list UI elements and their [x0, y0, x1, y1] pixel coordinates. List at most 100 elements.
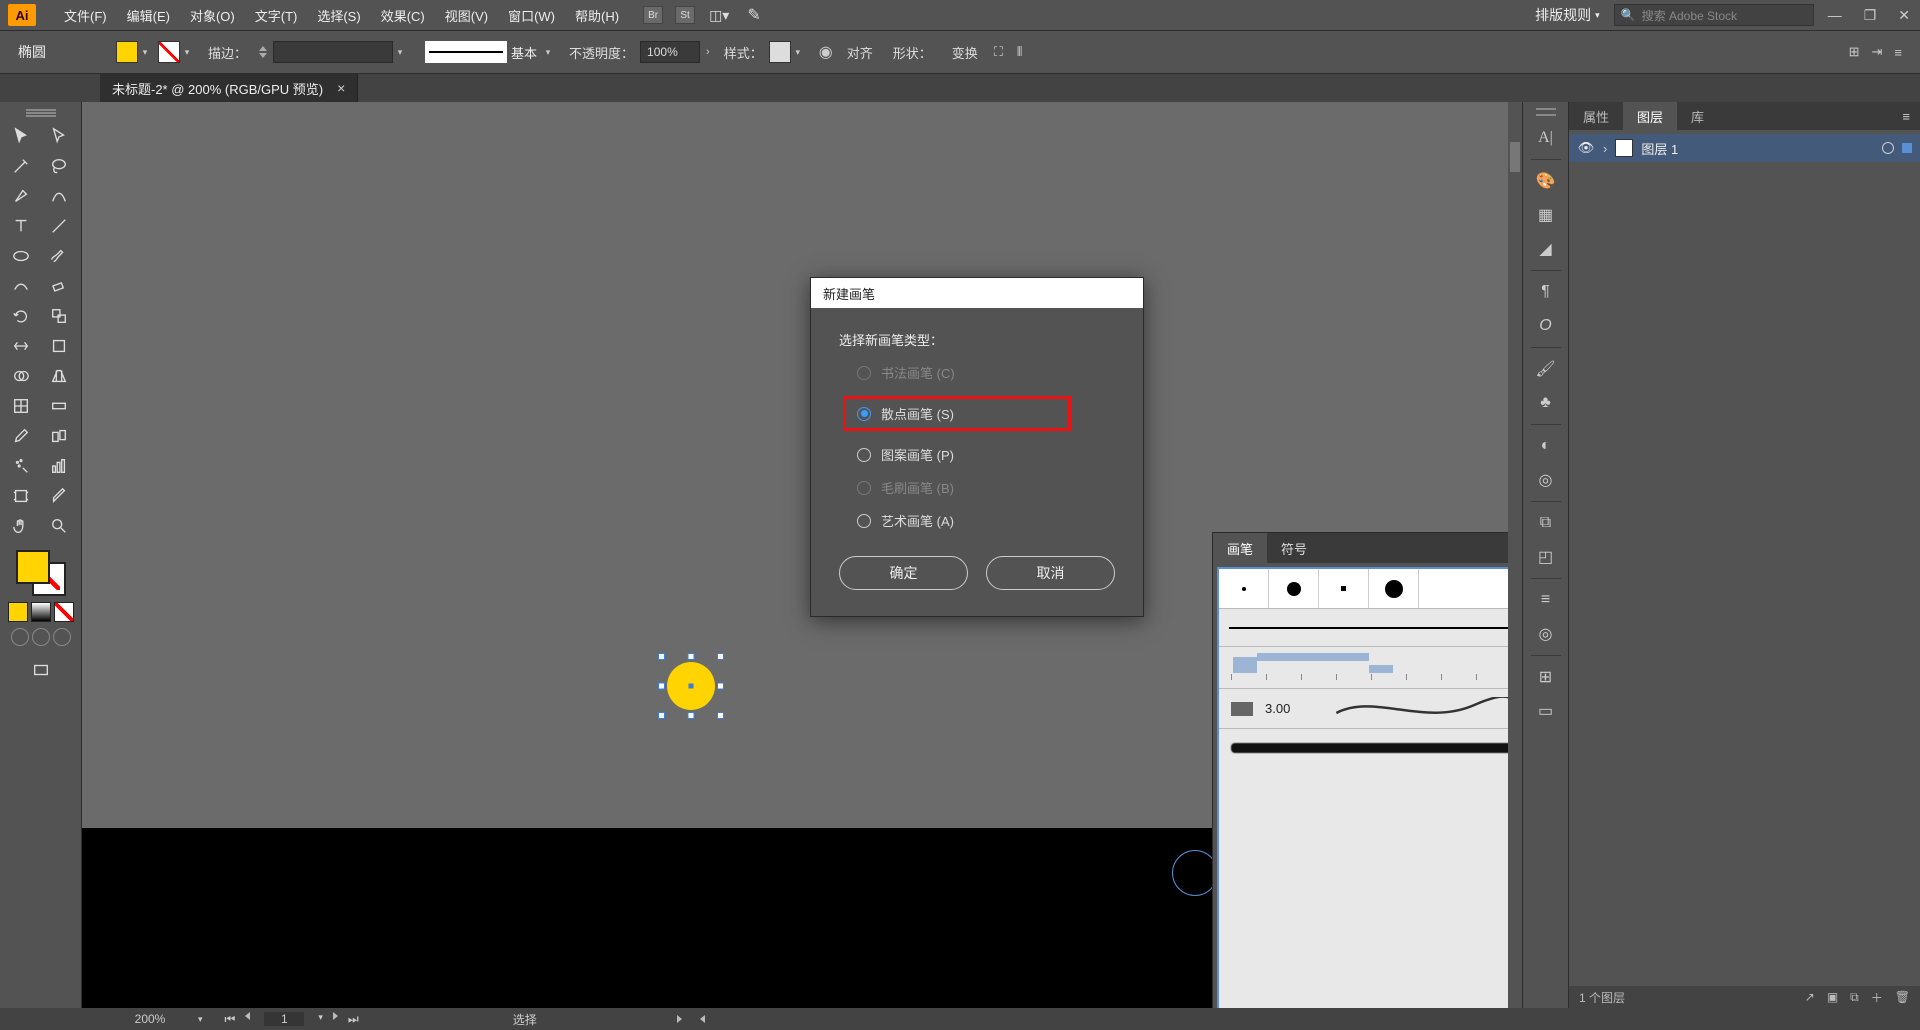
brushes-list[interactable]: 基本 3.00 [1217, 567, 1522, 1008]
layer-expand-toggle[interactable]: › [1603, 141, 1607, 156]
zoom-level[interactable]: 200% [110, 1012, 190, 1026]
transform-label[interactable]: 变换 [952, 43, 978, 62]
artboard-number[interactable]: 1 [264, 1012, 304, 1026]
dock-align-icon[interactable]: ⊞ [1528, 661, 1564, 693]
width-tool[interactable] [4, 332, 38, 360]
dock-transform-icon[interactable]: ◰ [1528, 541, 1564, 573]
dock-opentype-icon[interactable]: O [1528, 310, 1564, 342]
dock-swatches-icon[interactable]: ▦ [1528, 199, 1564, 231]
opacity-field[interactable]: 100% [640, 41, 700, 63]
zoom-dropdown[interactable]: ▾ [198, 1014, 203, 1025]
direct-selection-tool[interactable] [42, 122, 76, 150]
feather-icon[interactable]: ✎ [747, 5, 760, 25]
scale-tool[interactable] [42, 302, 76, 330]
column-graph-tool[interactable] [42, 452, 76, 480]
align-label[interactable]: 对齐 [847, 43, 873, 62]
shape-builder-tool[interactable] [4, 362, 38, 390]
menu-help[interactable]: 帮助(H) [565, 6, 629, 25]
shape-menu-label[interactable]: 形状： [893, 43, 932, 62]
layer-row-1[interactable]: 👁 › 图层 1 [1569, 134, 1920, 162]
brush-basic-row[interactable]: 基本 [1219, 609, 1522, 647]
panel-tab-layers[interactable]: 图层 [1623, 102, 1677, 130]
last-artboard-button[interactable]: ⏭ [348, 1012, 359, 1027]
gradient-tool[interactable] [42, 392, 76, 420]
blend-tool[interactable] [42, 422, 76, 450]
artboard-dropdown[interactable]: ▾ [318, 1012, 323, 1027]
draw-behind[interactable] [32, 628, 50, 646]
brush-preset-1[interactable] [1219, 569, 1269, 608]
layer-target-icon[interactable] [1882, 142, 1894, 154]
dock-grip[interactable] [1536, 108, 1556, 116]
dialog-ok-button[interactable]: 确定 [839, 556, 968, 590]
radio-pattern[interactable]: 图案画笔 (P) [857, 445, 1115, 464]
menu-window[interactable]: 窗口(W) [498, 6, 565, 25]
workspace-switcher-icon[interactable]: ◫▾ [709, 7, 729, 24]
grid-snap-icon[interactable]: ⊞ [1849, 44, 1860, 60]
rotate-tool[interactable] [4, 302, 38, 330]
draw-inside[interactable] [53, 628, 71, 646]
magic-wand-tool[interactable] [4, 152, 38, 180]
dock-transparency-icon[interactable]: ◎ [1528, 464, 1564, 496]
menu-select[interactable]: 选择(S) [307, 6, 370, 25]
eyedropper-tool[interactable] [4, 422, 38, 450]
dialog-title[interactable]: 新建画笔 [811, 278, 1143, 308]
pen-tool[interactable] [4, 182, 38, 210]
stock-search-input[interactable]: 🔍 搜索 Adobe Stock [1614, 4, 1814, 26]
dock-char-icon[interactable]: A| [1528, 122, 1564, 154]
align-pixel-icon[interactable]: ⇥ [1872, 44, 1883, 60]
first-artboard-button[interactable]: ⏮ [225, 1012, 236, 1027]
align-icon[interactable]: ⫴ [1017, 44, 1022, 60]
close-button[interactable]: ✕ [1898, 7, 1910, 24]
brush-calligraphic-row[interactable]: 3.00 [1219, 689, 1522, 729]
dock-brushes-icon[interactable]: 🖌 [1528, 353, 1564, 385]
free-transform-tool[interactable] [42, 332, 76, 360]
fill-dropdown[interactable]: ▾ [138, 41, 152, 63]
mesh-tool[interactable] [4, 392, 38, 420]
line-tool[interactable] [42, 212, 76, 240]
bridge-badge[interactable]: Br [643, 6, 663, 24]
radio-scatter[interactable]: 散点画笔 (S) [843, 396, 1071, 431]
dialog-cancel-button[interactable]: 取消 [986, 556, 1115, 590]
hand-tool[interactable] [4, 512, 38, 540]
panel-menu-button[interactable]: ≡ [1892, 109, 1920, 124]
new-layer-icon[interactable]: ＋ [1871, 989, 1883, 1006]
dock-gradient-icon[interactable]: ◐ [1528, 430, 1564, 462]
layout-rules-menu[interactable]: 排版规则 ▾ [1535, 5, 1600, 25]
document-tab-close[interactable]: × [337, 80, 345, 96]
menu-object[interactable]: 对象(O) [180, 6, 245, 25]
paintbrush-tool[interactable] [42, 242, 76, 270]
fill-color-box[interactable] [16, 550, 50, 584]
ellipse-tool[interactable] [4, 242, 38, 270]
lasso-tool[interactable] [42, 152, 76, 180]
document-tab[interactable]: 未标题-2* @ 200% (RGB/GPU 预览) × [100, 74, 358, 102]
brush-definition-swatch[interactable] [425, 41, 507, 63]
stroke-weight-dropdown[interactable]: ▾ [393, 41, 407, 63]
status-play-2[interactable] [700, 1015, 705, 1023]
color-gradient[interactable] [31, 602, 51, 622]
zoom-tool[interactable] [42, 512, 76, 540]
prefs-icon[interactable]: ≡ [1894, 45, 1902, 60]
draw-normal[interactable] [11, 628, 29, 646]
make-clipping-mask-icon[interactable]: ▣ [1827, 990, 1838, 1004]
menu-view[interactable]: 视图(V) [435, 6, 498, 25]
layers-list[interactable]: 👁 › 图层 1 [1569, 130, 1920, 986]
stock-badge[interactable]: St [675, 6, 695, 24]
panel-tab-properties[interactable]: 属性 [1569, 102, 1623, 130]
maximize-button[interactable]: ❐ [1864, 7, 1877, 24]
symbol-sprayer-tool[interactable] [4, 452, 38, 480]
tab-brushes[interactable]: 画笔 [1213, 533, 1267, 563]
layer-selection-indicator[interactable] [1902, 143, 1912, 153]
color-solid[interactable] [8, 602, 28, 622]
selection-tool[interactable] [4, 122, 38, 150]
next-artboard-button[interactable] [333, 1012, 338, 1020]
stroke-dropdown[interactable]: ▾ [180, 41, 194, 63]
minimize-button[interactable]: — [1828, 7, 1842, 24]
dock-color-icon[interactable]: 🎨 [1528, 165, 1564, 197]
status-play-1[interactable] [677, 1015, 682, 1023]
fill-swatch[interactable] [116, 41, 138, 63]
toolbox-grip[interactable] [4, 108, 77, 118]
fill-stroke-indicator[interactable] [16, 550, 66, 596]
perspective-grid-tool[interactable] [42, 362, 76, 390]
tab-symbols[interactable]: 符号 [1267, 533, 1321, 563]
brush-preset-4[interactable] [1369, 569, 1419, 608]
